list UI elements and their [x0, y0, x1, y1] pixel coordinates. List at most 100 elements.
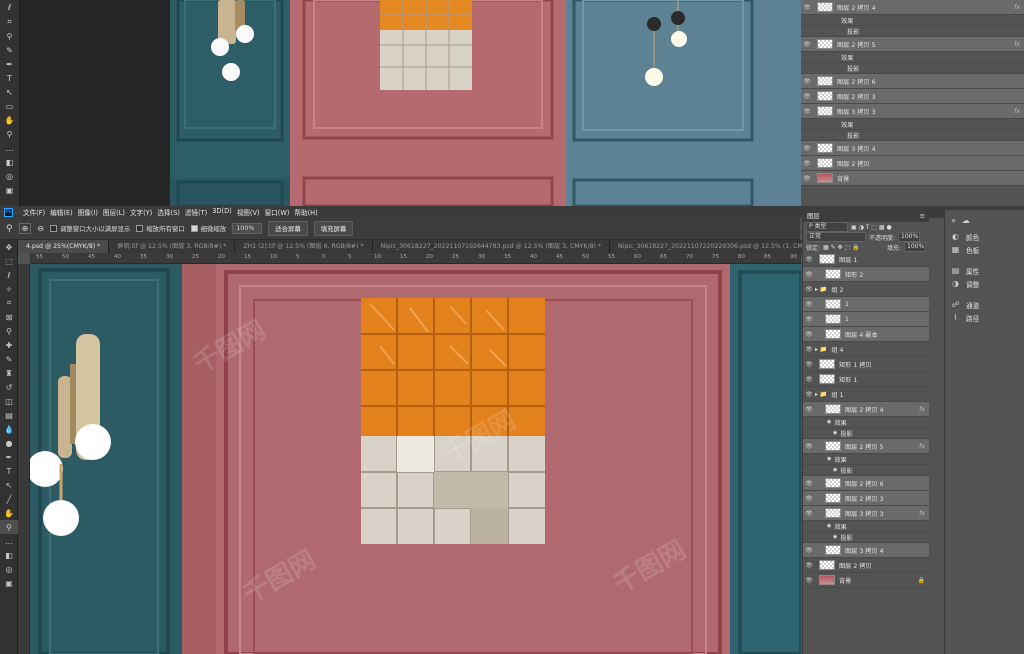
layer-row[interactable]: 👁 图层 2 拷贝 6 [803, 476, 929, 491]
visibility-eye-icon[interactable]: 👁 [803, 480, 815, 487]
fx-badge[interactable]: fx [919, 443, 925, 450]
rect-icon[interactable]: ▭ [6, 102, 14, 111]
hand-icon[interactable]: ✋ [0, 506, 18, 520]
crop-icon[interactable]: ⌗ [0, 296, 18, 310]
top-layer-row[interactable]: 👁 图层 3 拷贝 3 fx [801, 104, 1024, 119]
effect-eye-icon[interactable]: ◉ [827, 523, 831, 529]
frame-icon[interactable]: ⊠ [0, 310, 18, 324]
layer-row[interactable]: 👁 1 [803, 312, 929, 327]
scrubby-zoom-checkbox[interactable]: 细微缩放 [190, 224, 226, 233]
path-select-icon[interactable]: ↖ [0, 478, 18, 492]
top-canvas[interactable] [28, 0, 801, 206]
dock-item-swatches[interactable]: ▦ 色板 [945, 243, 1024, 256]
zoom-tool-icon[interactable]: ⚲ [6, 224, 13, 234]
top-layer-row[interactable]: 效果 [801, 119, 1024, 130]
dock-item-adjustments[interactable]: ◑ 调整 [945, 277, 1024, 290]
crop-icon[interactable]: ⌗ [7, 17, 12, 27]
layer-row[interactable]: 👁 ▸ 📁 组 1 [803, 387, 929, 402]
visibility-eye-icon[interactable]: 👁 [803, 316, 815, 323]
line-icon[interactable]: ╱ [0, 492, 18, 506]
main-canvas[interactable]: 千图网 千图网 千图网 千图网 [30, 264, 801, 654]
fx-badge[interactable]: fx [919, 406, 925, 413]
layer-row[interactable]: 👁 矩形 1 拷贝 [803, 357, 929, 372]
visibility-eye-icon[interactable]: 👁 [803, 406, 815, 413]
top-layer-row[interactable]: 👁 背景 [801, 171, 1024, 186]
zoom-all-checkbox[interactable]: 缩放所有窗口 [136, 224, 185, 233]
visibility-eye-icon[interactable]: 👁 [801, 4, 813, 11]
fx-badge[interactable]: fx [1014, 108, 1020, 115]
layer-row[interactable]: 👁 背景 🔒 [803, 573, 929, 588]
top-layer-row[interactable]: 效果 [801, 15, 1024, 26]
menu-item[interactable]: 3D(D) [212, 207, 232, 217]
fill-screen-button[interactable]: 填充屏幕 [313, 221, 354, 236]
dock-item-channels[interactable]: ☍ 通道 [945, 298, 1024, 311]
visibility-eye-icon[interactable]: 👁 [803, 346, 815, 353]
folder-icon[interactable]: ▸ 📁 [815, 391, 827, 398]
document-tab[interactable]: 4.psd @ 25%(CMYK/8) * [18, 240, 110, 253]
layer-row[interactable]: ◉ 效果 [803, 454, 929, 465]
dock-item-properties[interactable]: ▤ 属性 [945, 264, 1024, 277]
visibility-eye-icon[interactable]: 👁 [801, 145, 813, 152]
layer-row[interactable]: ◉ 投影 [803, 428, 929, 439]
dock-item-color[interactable]: ◐ 颜色 [945, 230, 1024, 243]
move-icon[interactable]: ✥ [0, 240, 18, 254]
folder-icon[interactable]: ▸ 📁 [815, 286, 827, 293]
top-layer-row[interactable]: 👁 图层 2 拷贝 6 [801, 74, 1024, 89]
effect-eye-icon[interactable]: ◉ [833, 430, 837, 436]
document-tab[interactable]: ZH1 (2).tif @ 12.5% (图层 6, RGB/8#) * [235, 240, 373, 253]
layer-row[interactable]: 👁 图层 2 拷贝 5 fx [803, 439, 929, 454]
healing-icon[interactable]: ✚ [0, 338, 18, 352]
chevron-icon[interactable]: » [951, 216, 956, 230]
visibility-eye-icon[interactable]: 👁 [803, 443, 815, 450]
top-layer-row[interactable]: 👁 图层 3 拷贝 4 [801, 141, 1024, 156]
layer-row[interactable]: ◉ 效果 [803, 417, 929, 428]
visibility-eye-icon[interactable]: 👁 [803, 376, 815, 383]
eyedropper-icon[interactable]: ⚲ [0, 324, 18, 338]
color-swatches-icon[interactable]: ◧ [0, 548, 18, 562]
pen-icon[interactable]: ✒ [0, 450, 18, 464]
menu-item[interactable]: 图像(I) [78, 207, 98, 217]
blur-icon[interactable]: 💧 [0, 422, 18, 436]
zoom-icon[interactable]: ⚲ [7, 130, 13, 139]
visibility-eye-icon[interactable]: 👁 [803, 577, 815, 584]
visibility-eye-icon[interactable]: 👁 [803, 495, 815, 502]
top-layer-row[interactable]: 投影 [801, 26, 1024, 37]
type-icon[interactable]: T [0, 464, 18, 478]
fx-badge[interactable]: fx [919, 510, 925, 517]
filter-icons[interactable]: ▣ ◑ T ⬚ ▦ ● [851, 224, 892, 231]
menu-item[interactable]: 文字(Y) [130, 207, 152, 217]
quickmask-icon[interactable]: ◎ [6, 172, 13, 181]
screenmode-icon[interactable]: ▣ [6, 186, 14, 195]
effect-eye-icon[interactable]: ◉ [833, 534, 837, 540]
top-layer-row[interactable]: 投影 [801, 63, 1024, 74]
visibility-eye-icon[interactable]: 👁 [803, 562, 815, 569]
zoom-in-icon[interactable]: ⊕ [18, 223, 32, 234]
cloud-icon[interactable]: ☁ [962, 216, 970, 230]
visibility-eye-icon[interactable]: 👁 [801, 108, 813, 115]
layer-row[interactable]: 👁 ▸ 📁 组 4 [803, 342, 929, 357]
folder-icon[interactable]: ▸ 📁 [815, 346, 827, 353]
top-layer-row[interactable]: 👁 图层 2 拷贝 3 [801, 89, 1024, 104]
lock-icons[interactable]: ▦ ✎ ✥ ⬚ 🔒 [823, 244, 860, 251]
document-tab[interactable]: Nipic_30618227_20221107220229306.psd @ 1… [610, 240, 834, 253]
layer-row[interactable]: 👁 矩形 2 [803, 267, 929, 282]
layer-row[interactable]: 👁 图层 2 拷贝 4 fx [803, 402, 929, 417]
layers-tab[interactable]: 图层 [807, 210, 820, 222]
visibility-eye-icon[interactable]: 👁 [801, 78, 813, 85]
blend-mode-select[interactable]: 正常 [806, 232, 866, 242]
document-tab[interactable]: 屏例.tif @ 12.5% (图层 3, RGB/8#) * [109, 240, 236, 253]
visibility-eye-icon[interactable]: 👁 [803, 391, 815, 398]
layer-row[interactable]: 👁 1 [803, 297, 929, 312]
fx-badge[interactable]: fx [1014, 41, 1020, 48]
layer-row[interactable]: 👁 矩形 1 [803, 372, 929, 387]
zoom-value-field[interactable]: 100% [232, 223, 263, 234]
visibility-eye-icon[interactable]: 👁 [803, 271, 815, 278]
layer-row[interactable]: 👁 图层 2 拷贝 [803, 558, 929, 573]
top-layer-row[interactable]: 👁 图层 2 拷贝 5 fx [801, 37, 1024, 52]
brush-icon[interactable]: ✎ [0, 352, 18, 366]
visibility-eye-icon[interactable]: 👁 [803, 331, 815, 338]
eyedropper-icon[interactable]: ⚲ [7, 32, 13, 41]
menu-item[interactable]: 选择(S) [157, 207, 180, 217]
gradient-icon[interactable]: ▤ [0, 408, 18, 422]
visibility-eye-icon[interactable]: 👁 [803, 286, 815, 293]
